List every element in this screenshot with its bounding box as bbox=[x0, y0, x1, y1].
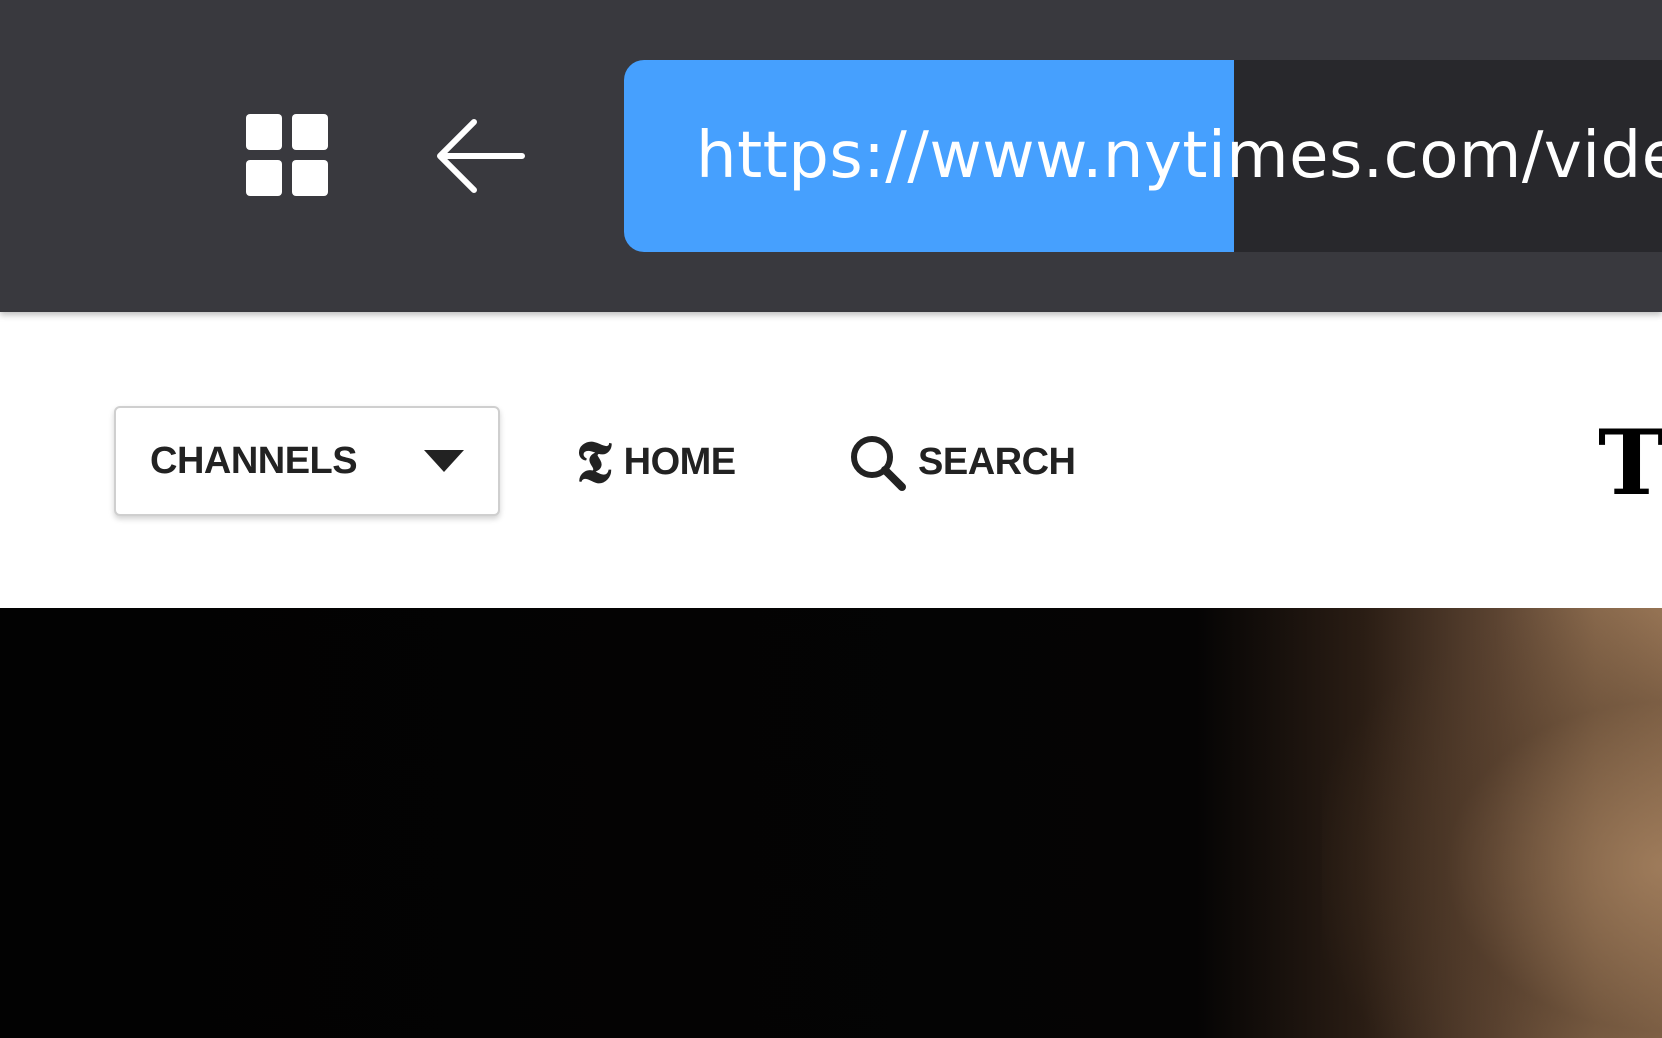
browser-toolbar: https://www.nytimes.com/video bbox=[0, 0, 1662, 312]
home-link[interactable]: 𝕿 HOME bbox=[576, 430, 736, 494]
search-link[interactable]: SEARCH bbox=[848, 430, 1076, 494]
channels-dropdown[interactable]: CHANNELS bbox=[114, 406, 500, 516]
caret-down-icon bbox=[424, 450, 464, 472]
site-header: CHANNELS 𝕿 HOME SEARCH T bbox=[0, 312, 1662, 608]
address-bar[interactable]: https://www.nytimes.com/video bbox=[624, 60, 1662, 252]
video-player[interactable] bbox=[0, 608, 1662, 1038]
home-label: HOME bbox=[623, 440, 737, 483]
back-arrow-icon[interactable] bbox=[432, 114, 528, 198]
page: https://www.nytimes.com/video CHANNELS 𝕿… bbox=[0, 0, 1662, 1038]
search-icon bbox=[851, 436, 906, 491]
search-label: SEARCH bbox=[918, 440, 1076, 483]
apps-grid-icon[interactable] bbox=[246, 114, 330, 198]
video-frame-highlight bbox=[1322, 608, 1662, 1038]
nyt-t-icon: 𝕿 bbox=[576, 428, 612, 496]
nyt-logo[interactable]: T bbox=[1598, 418, 1662, 508]
channels-label: CHANNELS bbox=[150, 440, 358, 482]
url-text: https://www.nytimes.com/video bbox=[696, 119, 1662, 193]
